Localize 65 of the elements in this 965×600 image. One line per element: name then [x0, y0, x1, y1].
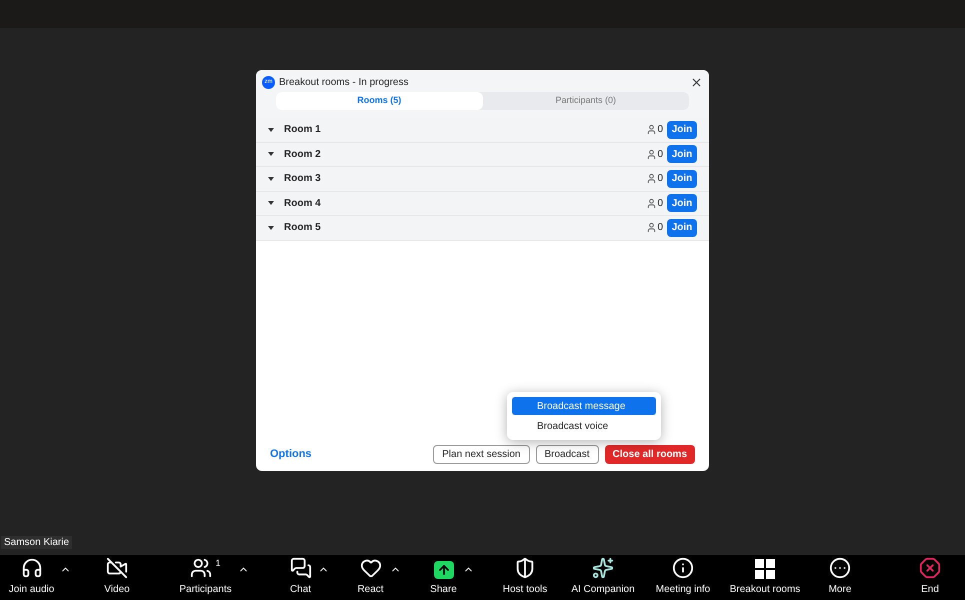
room-name: Room 3 — [284, 172, 321, 186]
person-icon — [646, 198, 658, 209]
toolbar-button[interactable]: React — [357, 557, 384, 597]
room-row[interactable]: Room 4 0 Join — [256, 192, 709, 216]
caret-icon — [268, 176, 274, 181]
end-icon — [919, 557, 941, 579]
footer-button[interactable]: Plan next session — [433, 445, 530, 464]
join-button[interactable]: Join — [667, 120, 697, 139]
caret-icon — [268, 152, 274, 156]
people-icon — [190, 557, 212, 579]
person-icon — [646, 173, 658, 184]
participant-count: 0 — [657, 123, 663, 138]
room-name: Room 2 — [284, 148, 321, 162]
join-button[interactable]: Join — [667, 170, 697, 188]
toolbar-button[interactable]: Join audio — [8, 557, 54, 597]
caret-icon — [268, 226, 274, 230]
participant-count: 0 — [657, 148, 663, 162]
heart-icon — [360, 557, 382, 579]
room-row[interactable]: Room 3 0 Join — [256, 167, 709, 192]
toolbar-button[interactable]: Meeting info — [656, 557, 710, 597]
room-name: Room 1 — [284, 123, 321, 138]
join-button[interactable]: Join — [667, 145, 697, 164]
close-icon[interactable] — [690, 76, 703, 88]
toolbar-button[interactable]: Host tools — [502, 557, 548, 597]
join-button[interactable]: Join — [667, 194, 697, 212]
name-tag: Samson Kiarie — [1, 536, 72, 549]
sparkle-icon — [592, 557, 614, 579]
tab[interactable]: Rooms (5) — [276, 92, 482, 110]
tab[interactable]: Participants (0) — [482, 92, 689, 110]
participant-count: 0 — [657, 172, 663, 186]
room-row[interactable]: Room 1 0 Join — [256, 118, 709, 142]
grid-icon — [755, 559, 775, 579]
info-icon — [672, 557, 694, 579]
join-button[interactable]: Join — [667, 218, 697, 237]
toolbar-button[interactable]: Chat — [290, 557, 312, 597]
toolbar-button[interactable]: End — [919, 557, 941, 597]
caret-icon — [268, 201, 274, 206]
person-icon — [646, 222, 658, 234]
video-off-icon — [106, 557, 128, 579]
shield-icon — [514, 557, 536, 579]
participant-count: 0 — [657, 196, 663, 211]
participant-count: 0 — [657, 221, 663, 236]
participant-count: 1 — [215, 557, 220, 570]
window-title: Breakout rooms - In progress — [279, 76, 408, 90]
toolbar-button[interactable]: AI Companion — [571, 557, 635, 597]
room-name: Room 5 — [284, 221, 321, 236]
menu-item[interactable]: Broadcast message — [512, 397, 656, 415]
headphones-icon — [20, 557, 42, 579]
chat-icon — [290, 557, 312, 579]
toolbar-button[interactable]: Video — [104, 557, 130, 597]
room-row[interactable]: Room 5 0 Join — [256, 216, 709, 240]
room-row[interactable]: Room 2 0 Join — [256, 142, 709, 167]
person-icon — [646, 124, 658, 136]
caret-icon — [268, 128, 274, 132]
footer-button[interactable]: Broadcast — [536, 445, 599, 464]
person-icon — [646, 148, 658, 160]
footer-button[interactable]: Close all rooms — [604, 445, 695, 464]
toolbar-button[interactable]: Breakout rooms — [730, 559, 800, 597]
menu-item[interactable]: Broadcast voice — [512, 417, 656, 435]
toolbar-button[interactable]: 1 Participants — [179, 557, 232, 597]
toolbar-button[interactable]: Share — [430, 561, 457, 597]
toolbar-button[interactable]: More — [828, 557, 852, 597]
more-icon — [828, 557, 851, 579]
room-name: Room 4 — [284, 196, 321, 211]
options-link[interactable]: Options — [270, 446, 312, 463]
